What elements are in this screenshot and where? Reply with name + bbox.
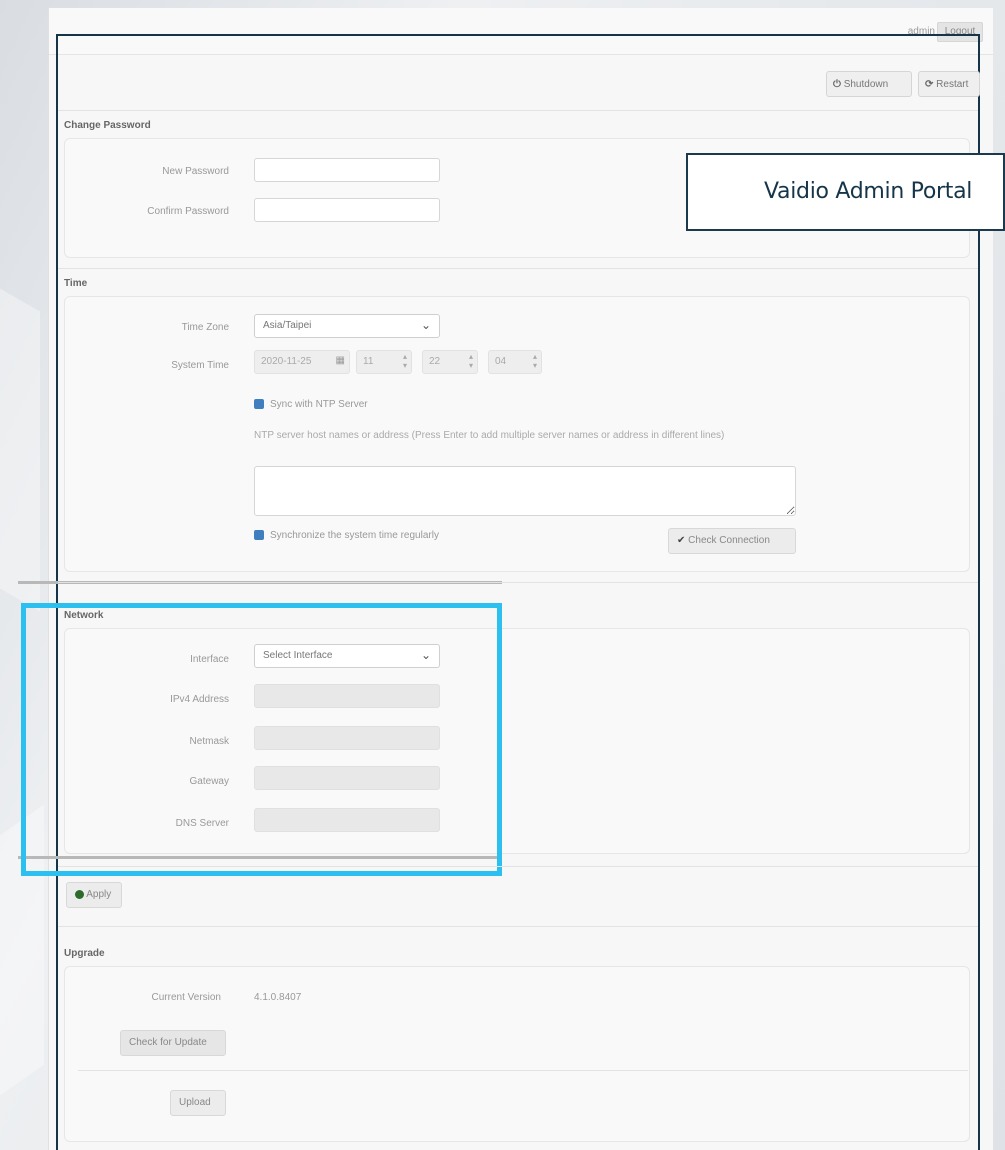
chevron-down-icon: ⌄ bbox=[420, 318, 431, 332]
logout-button[interactable]: Logout bbox=[937, 22, 983, 42]
divider bbox=[58, 110, 978, 111]
caption-overlay: Vaidio Admin Portal bbox=[686, 153, 1005, 231]
check-update-button[interactable]: Check for Update bbox=[120, 1030, 226, 1056]
spinner-arrows-icon: ▴ ▾ bbox=[532, 352, 537, 370]
second-spinner[interactable]: 04 ▴ ▾ bbox=[488, 350, 542, 374]
sync-regularly-label: Synchronize the system time regularly bbox=[270, 530, 439, 541]
apply-label: Apply bbox=[86, 889, 112, 900]
section-title-time: Time bbox=[64, 278, 88, 289]
confirm-password-label: Confirm Password bbox=[147, 206, 229, 217]
ntp-checkbox-label: Sync with NTP Server bbox=[270, 399, 368, 410]
network-highlight-box bbox=[21, 603, 502, 876]
time-zone-select[interactable]: Asia/Taipei ⌄ bbox=[254, 314, 440, 338]
checkmark-icon: ✔ bbox=[677, 535, 686, 546]
ntp-servers-textarea[interactable] bbox=[254, 466, 796, 516]
section-title-change-password: Change Password bbox=[64, 120, 151, 131]
ntp-help-text: NTP server host names or address (Press … bbox=[254, 430, 725, 441]
shutdown-label: Shutdown bbox=[843, 79, 889, 90]
hour-spinner[interactable]: 11 ▴ ▾ bbox=[356, 350, 412, 374]
time-zone-label: Time Zone bbox=[181, 322, 229, 333]
check-connection-button[interactable]: ✔ Check Connection bbox=[668, 528, 796, 554]
username-label: admin bbox=[907, 26, 935, 37]
section-title-upgrade: Upgrade bbox=[64, 948, 105, 959]
check-connection-label: Check Connection bbox=[688, 535, 770, 546]
sync-regularly-checkbox[interactable] bbox=[254, 530, 264, 541]
current-version-label: Current Version bbox=[151, 992, 221, 1003]
time-zone-value: Asia/Taipei bbox=[263, 320, 312, 331]
minute-value: 22 bbox=[429, 356, 441, 367]
second-value: 04 bbox=[495, 356, 507, 367]
new-password-label: New Password bbox=[162, 166, 229, 177]
ntp-checkbox-row[interactable]: Sync with NTP Server bbox=[254, 399, 368, 410]
hour-value: 11 bbox=[363, 356, 374, 367]
shutdown-button[interactable]: ⏻ Shutdown bbox=[826, 71, 912, 97]
calendar-icon: ▦ bbox=[335, 355, 345, 366]
spinner-arrows-icon: ▴ ▾ bbox=[468, 352, 473, 370]
apply-button[interactable]: Apply bbox=[66, 882, 122, 908]
ntp-checkbox[interactable] bbox=[254, 399, 264, 410]
background-shard bbox=[0, 288, 40, 612]
restart-label: Restart bbox=[936, 79, 969, 90]
divider bbox=[58, 582, 978, 583]
check-circle-icon bbox=[75, 889, 84, 899]
restart-button[interactable]: ⟳ Restart bbox=[918, 71, 980, 97]
divider bbox=[58, 866, 978, 867]
date-picker[interactable]: 2020-11-25 ▦ bbox=[254, 350, 350, 374]
new-password-input[interactable] bbox=[254, 158, 440, 182]
confirm-password-input[interactable] bbox=[254, 198, 440, 222]
divider bbox=[58, 926, 978, 927]
power-icon: ⏻ bbox=[833, 79, 841, 90]
system-time-label: System Time bbox=[171, 360, 229, 371]
divider bbox=[58, 268, 978, 269]
minute-spinner[interactable]: 22 ▴ ▾ bbox=[422, 350, 478, 374]
top-bar: admin Logout bbox=[49, 8, 993, 55]
date-value: 2020-11-25 bbox=[261, 356, 312, 367]
upload-button[interactable]: Upload bbox=[170, 1090, 226, 1116]
refresh-icon: ⟳ bbox=[925, 79, 934, 90]
sync-regularly-row[interactable]: Synchronize the system time regularly bbox=[254, 530, 439, 541]
current-version-value: 4.1.0.8407 bbox=[254, 992, 302, 1003]
divider bbox=[78, 1070, 968, 1071]
caption-text: Vaidio Admin Portal bbox=[764, 179, 973, 204]
spinner-arrows-icon: ▴ ▾ bbox=[402, 352, 407, 370]
